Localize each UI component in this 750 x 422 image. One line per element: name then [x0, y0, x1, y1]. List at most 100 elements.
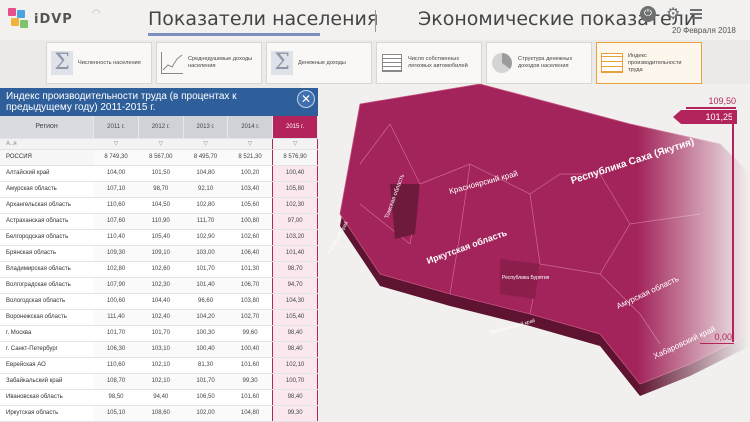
cell-value: 99,30	[272, 405, 318, 422]
cell-value: 109,30	[93, 245, 139, 262]
column-header-region[interactable]: Регион	[0, 116, 95, 139]
card-income-structure[interactable]: Структура денежных доходов населения	[486, 42, 592, 84]
column-header-2014[interactable]: 2014 г.	[227, 116, 274, 139]
table-row[interactable]: Архангельская область 110,60 104,50 102,80 1…	[0, 197, 318, 214]
cell-value: 101,30	[227, 261, 273, 278]
table-row[interactable]: РОССИЯ 8 749,30 8 567,00 8 495,70 8 521,30 8 …	[0, 149, 318, 166]
data-table: Регион 2011 г. 2012 г. 2013 г. 2014 г. 2…	[0, 116, 318, 422]
filter-icon[interactable]: ▽	[138, 138, 184, 150]
indicator-cards: Σ Численность населения Среднедушевые до…	[46, 42, 702, 84]
card-labor-productivity[interactable]: Индекс производительности труда	[596, 42, 702, 84]
cell-value: 105,60	[227, 197, 273, 214]
filter-icon[interactable]: ▽	[93, 138, 139, 150]
sigma-icon: Σ	[271, 50, 293, 76]
cell-value: 102,70	[227, 309, 273, 326]
table-row[interactable]: г. Санкт-Петербург 106,30 103,10 100,40 100,…	[0, 341, 318, 358]
column-header-2013[interactable]: 2013 г.	[183, 116, 229, 139]
region-map[interactable]: Республика Саха (Якутия) Красноярский кр…	[300, 84, 750, 422]
cell-value: 100,60	[93, 293, 139, 310]
card-label: Среднедушевые доходы населения	[188, 56, 253, 69]
cell-value: 111,40	[93, 309, 139, 326]
close-icon[interactable]: ✕	[297, 90, 315, 108]
cell-value: 100,40	[272, 165, 318, 182]
tab-population[interactable]: Показатели населения	[148, 8, 378, 30]
power-icon[interactable]: ⏻	[640, 6, 656, 22]
cell-value: 102,80	[183, 197, 228, 214]
cell-value: 110,40	[93, 229, 139, 246]
cell-value: 94,70	[272, 277, 318, 294]
table-row[interactable]: Владимирская область 102,80 102,60 101,70 10…	[0, 261, 318, 278]
cell-value: 105,80	[272, 181, 318, 198]
slider-handle[interactable]: 101,25	[673, 110, 737, 124]
region-name: г. Москва	[0, 325, 94, 342]
app-logo: iDVP	[8, 6, 98, 32]
filter-region[interactable]: А..я	[0, 138, 94, 150]
cell-value: 102,30	[138, 277, 184, 294]
column-header-2012[interactable]: 2012 г.	[138, 116, 184, 139]
region-name: Воронежская область	[0, 309, 94, 326]
pie-chart-icon	[491, 50, 513, 76]
cell-value: 99,30	[227, 373, 273, 390]
cell-value: 102,10	[272, 357, 318, 374]
menu-icon[interactable]	[690, 9, 703, 19]
column-header-2011[interactable]: 2011 г.	[93, 116, 139, 139]
card-cash-income[interactable]: Σ Денежные доходы	[266, 42, 372, 84]
label-buryatia: Республика Бурятия	[502, 275, 550, 281]
table-row[interactable]: Забайкальский край 108,70 102,10 101,70 99,3…	[0, 373, 318, 390]
line-chart-icon	[161, 50, 183, 76]
card-label: Индекс производительности труда	[628, 52, 682, 73]
table-row[interactable]: Еврейская АО 110,60 102,10 81,30 101,60 102,1…	[0, 357, 318, 374]
table-row[interactable]: Брянская область 109,30 109,10 103,00 106,40…	[0, 245, 318, 262]
cell-value: 105,40	[272, 309, 318, 326]
cell-value: 101,70	[183, 373, 228, 390]
table-row[interactable]: Астраханская область 107,60 110,90 111,70 10…	[0, 213, 318, 230]
slider-track[interactable]	[732, 110, 734, 342]
filter-icon[interactable]: ▽	[227, 138, 273, 150]
table-row[interactable]: Белгородская область 110,40 105,40 102,90 10…	[0, 229, 318, 246]
cell-value: 102,60	[227, 229, 273, 246]
region-name: Иркутская область	[0, 405, 94, 422]
table-row[interactable]: Вологодская область 100,60 104,40 96,60 103,…	[0, 293, 318, 310]
cell-value: 106,50	[183, 389, 228, 406]
top-bar: iDVP ◠ Показатели населения Экономически…	[0, 0, 750, 40]
filter-row: А..я ▽ ▽ ▽ ▽ ▽	[0, 138, 318, 150]
cell-value: 99,60	[227, 325, 273, 342]
cell-value: 106,40	[227, 245, 273, 262]
table-row[interactable]: Воронежская область 111,40 102,40 104,20 102…	[0, 309, 318, 326]
cell-value: 98,40	[272, 389, 318, 406]
table-row[interactable]: Иркутская область 105,10 108,60 102,00 104,8…	[0, 405, 318, 422]
region-name: Амурская область	[0, 181, 94, 198]
cell-value: 100,40	[183, 341, 228, 358]
gear-icon[interactable]: ⚙	[666, 4, 680, 24]
table-row[interactable]: Волгоградская область 107,90 102,30 101,40 1…	[0, 277, 318, 294]
tab-divider	[375, 10, 376, 32]
cell-value: 98,70	[272, 261, 318, 278]
cell-value: 106,70	[227, 277, 273, 294]
cell-value: 101,60	[227, 357, 273, 374]
card-population[interactable]: Σ Численность населения	[46, 42, 152, 84]
table-row[interactable]: Амурская область 107,10 98,70 92,10 103,40 10…	[0, 181, 318, 198]
cell-value: 102,10	[138, 373, 184, 390]
cell-value: 104,80	[183, 165, 228, 182]
filter-icon[interactable]: ▽	[272, 138, 318, 150]
cell-value: 97,00	[272, 213, 318, 230]
sigma-icon: Σ	[51, 50, 73, 76]
filter-icon[interactable]: ▽	[183, 138, 228, 150]
active-tab-underline	[148, 33, 320, 36]
column-header-2015[interactable]: 2015 г.	[272, 116, 318, 139]
cell-value: 101,70	[93, 325, 139, 342]
card-avg-income[interactable]: Среднедушевые доходы населения	[156, 42, 262, 84]
cell-value: 110,90	[138, 213, 184, 230]
table-row[interactable]: Ивановская область 98,50 94,40 106,50 101,60…	[0, 389, 318, 406]
cell-value: 94,40	[138, 389, 184, 406]
slider-min-label: 0,00	[714, 332, 732, 342]
logo-icon	[8, 8, 30, 30]
card-cars[interactable]: Число собственных легковых автомобилей	[376, 42, 482, 84]
region-name: Архангельская область	[0, 197, 94, 214]
cell-value: 102,60	[138, 261, 184, 278]
cell-value: 102,00	[183, 405, 228, 422]
cell-value: 111,70	[183, 213, 228, 230]
table-row[interactable]: г. Москва 101,70 101,70 100,30 99,60 98,40	[0, 325, 318, 342]
table-row[interactable]: Алтайский край 104,00 101,50 104,80 100,20 10…	[0, 165, 318, 182]
card-label: Денежные доходы	[298, 59, 346, 66]
